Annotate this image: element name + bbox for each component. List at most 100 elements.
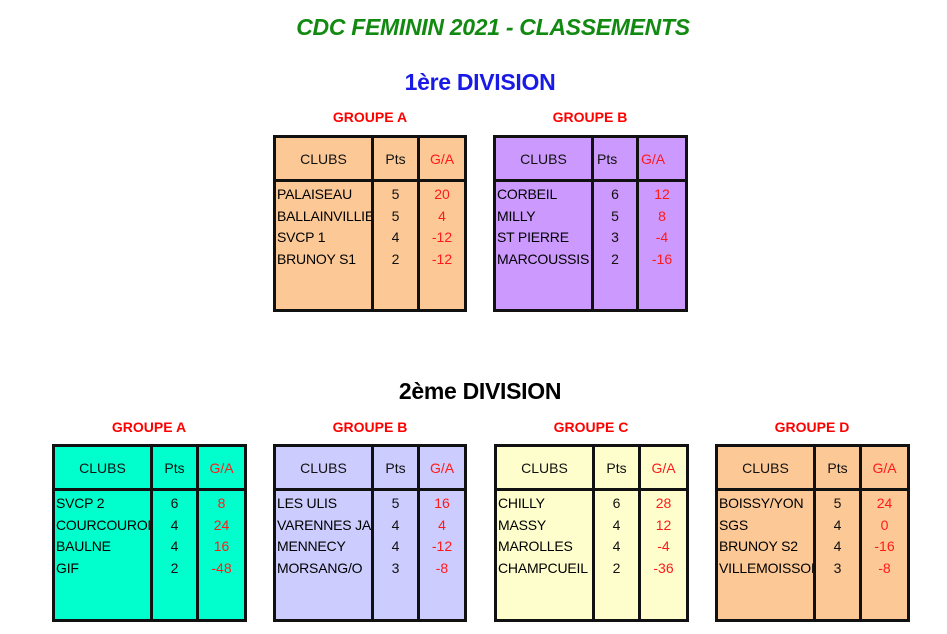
club-pts: 4 [391,229,400,246]
div1-group-b-table: CLUBS Pts G/A CORBEIL MILLY ST PIERRE MA… [493,135,688,312]
header-clubs: CLUBS [276,138,374,179]
club-ga: 16 [213,538,230,555]
pts-column: 5 4 4 3 [374,491,420,619]
pts-column: 6 4 4 2 [153,491,199,619]
club-ga: 8 [658,207,666,224]
club-name: VARENNES JARCY [277,516,371,533]
div2-group-d-label: GROUPE D [774,419,850,435]
pts-column: 5 4 4 3 [816,491,862,619]
club-ga: -48 [211,559,232,576]
club-pts: 4 [612,538,621,555]
table-body: LES ULIS VARENNES JARCY MENNECY MORSANG/… [276,491,464,619]
club-pts: 3 [833,559,842,576]
club-name: MORSANG/O [277,559,363,576]
header-ga: G/A [872,459,897,476]
clubs-column: BOISSY/YON SGS BRUNOY S2 VILLEMOISSON [718,491,816,619]
header-ga: G/A [429,459,455,476]
header-clubs: CLUBS [276,447,374,488]
ga-column: 20 4 -12 -12 [420,182,464,309]
clubs-column: PALAISEAU BALLAINVILLIE SVCP 1 BRUNOY S1 [276,182,374,309]
club-name: BRUNOY S1 [277,250,356,267]
club-name: PALAISEAU [277,186,352,202]
div2-group-b-label: GROUPE B [332,419,408,435]
club-pts: 2 [170,559,179,576]
table-header: CLUBS Pts G/A [276,447,464,491]
club-pts: 4 [391,538,400,555]
club-ga: 20 [434,186,450,202]
club-pts: 6 [611,186,619,202]
club-ga: -4 [657,538,670,555]
club-name: BOISSY/YON [719,495,804,511]
club-pts: 4 [833,516,842,533]
club-ga: 0 [880,516,889,533]
club-name: VILLEMOISSON [719,559,813,576]
ga-column: 24 0 -16 -8 [862,491,907,619]
club-pts: 4 [391,516,400,533]
div2-group-a-label: GROUPE A [111,419,187,435]
club-pts: 4 [170,538,179,555]
club-pts: 3 [611,229,619,246]
club-ga: -12 [431,229,453,246]
div2-group-c-table: CLUBS Pts G/A CHILLY MASSY MAROLLES CHAM… [494,444,689,622]
division-1-title: 1ère DIVISION [404,69,556,95]
club-pts: 6 [612,495,621,511]
club-name: COURCOURONNES [56,516,150,533]
club-name: MAROLLES [498,538,573,555]
table-header: CLUBS Pts G/A [276,138,464,182]
div2-group-a-table: CLUBS Pts G/A SVCP 2 COURCOURONNES BAULN… [52,444,247,622]
club-name: ST PIERRE [497,229,569,246]
club-name: SVCP 2 [56,495,105,511]
clubs-column: SVCP 2 COURCOURONNES BAULNE GIF [55,491,153,619]
header-pts: Pts [153,447,199,488]
table-header: CLUBS Pts G/A [497,447,686,491]
header-clubs: CLUBS [718,447,816,488]
club-pts: 5 [611,207,619,224]
table-body: PALAISEAU BALLAINVILLIE SVCP 1 BRUNOY S1… [276,182,464,309]
clubs-column: CHILLY MASSY MAROLLES CHAMPCUEIL [497,491,595,619]
club-name: SVCP 1 [277,229,326,246]
club-ga: 16 [434,495,450,511]
club-ga: -36 [653,559,674,576]
club-name: GIF [56,559,79,576]
header-pts: Pts [816,447,862,488]
club-name: CORBEIL [497,186,558,202]
division-2-title: 2ème DIVISION [398,378,562,404]
header-clubs: CLUBS [497,447,595,488]
header-ga: G/A [651,459,676,476]
page-title: CDC FEMININ 2021 - CLASSEMENTS [296,14,690,40]
club-pts: 5 [391,186,400,202]
table-header: CLUBS Pts G/A [55,447,244,491]
table-body: SVCP 2 COURCOURONNES BAULNE GIF 6 4 4 2 … [55,491,244,619]
header-clubs: CLUBS [496,138,594,179]
club-pts: 2 [612,559,621,576]
club-pts: 4 [170,516,179,533]
club-ga: 24 [213,516,230,533]
club-pts: 4 [612,516,621,533]
pts-column: 6 5 3 2 [594,182,639,309]
club-ga: 8 [217,495,226,511]
club-name: CHILLY [498,495,545,511]
table-header: CLUBS Pts G/A [496,138,685,182]
club-ga: -16 [651,250,673,267]
club-ga: 24 [876,495,893,511]
club-pts: 5 [833,495,842,511]
club-pts: 5 [391,495,400,511]
club-pts: 5 [391,207,400,224]
club-name: LES ULIS [277,495,337,511]
div1-group-a-label: GROUPE A [332,109,408,125]
club-name: CHAMPCUEIL [498,559,588,576]
header-pts: Pts [374,447,420,488]
club-pts: 3 [391,559,400,576]
club-pts: 4 [833,538,842,555]
club-pts: 2 [391,250,400,267]
header-pts: Pts [594,138,639,179]
header-ga: G/A [429,150,455,167]
club-name: MARCOUSSIS [497,250,590,267]
club-ga: -12 [431,250,453,267]
club-name: BALLAINVILLIE [277,207,371,224]
pts-column: 6 4 4 2 [595,491,641,619]
club-name: MENNECY [277,538,346,555]
table-body: CHILLY MASSY MAROLLES CHAMPCUEIL 6 4 4 2… [497,491,686,619]
club-ga: -8 [878,559,891,576]
header-clubs: CLUBS [55,447,153,488]
